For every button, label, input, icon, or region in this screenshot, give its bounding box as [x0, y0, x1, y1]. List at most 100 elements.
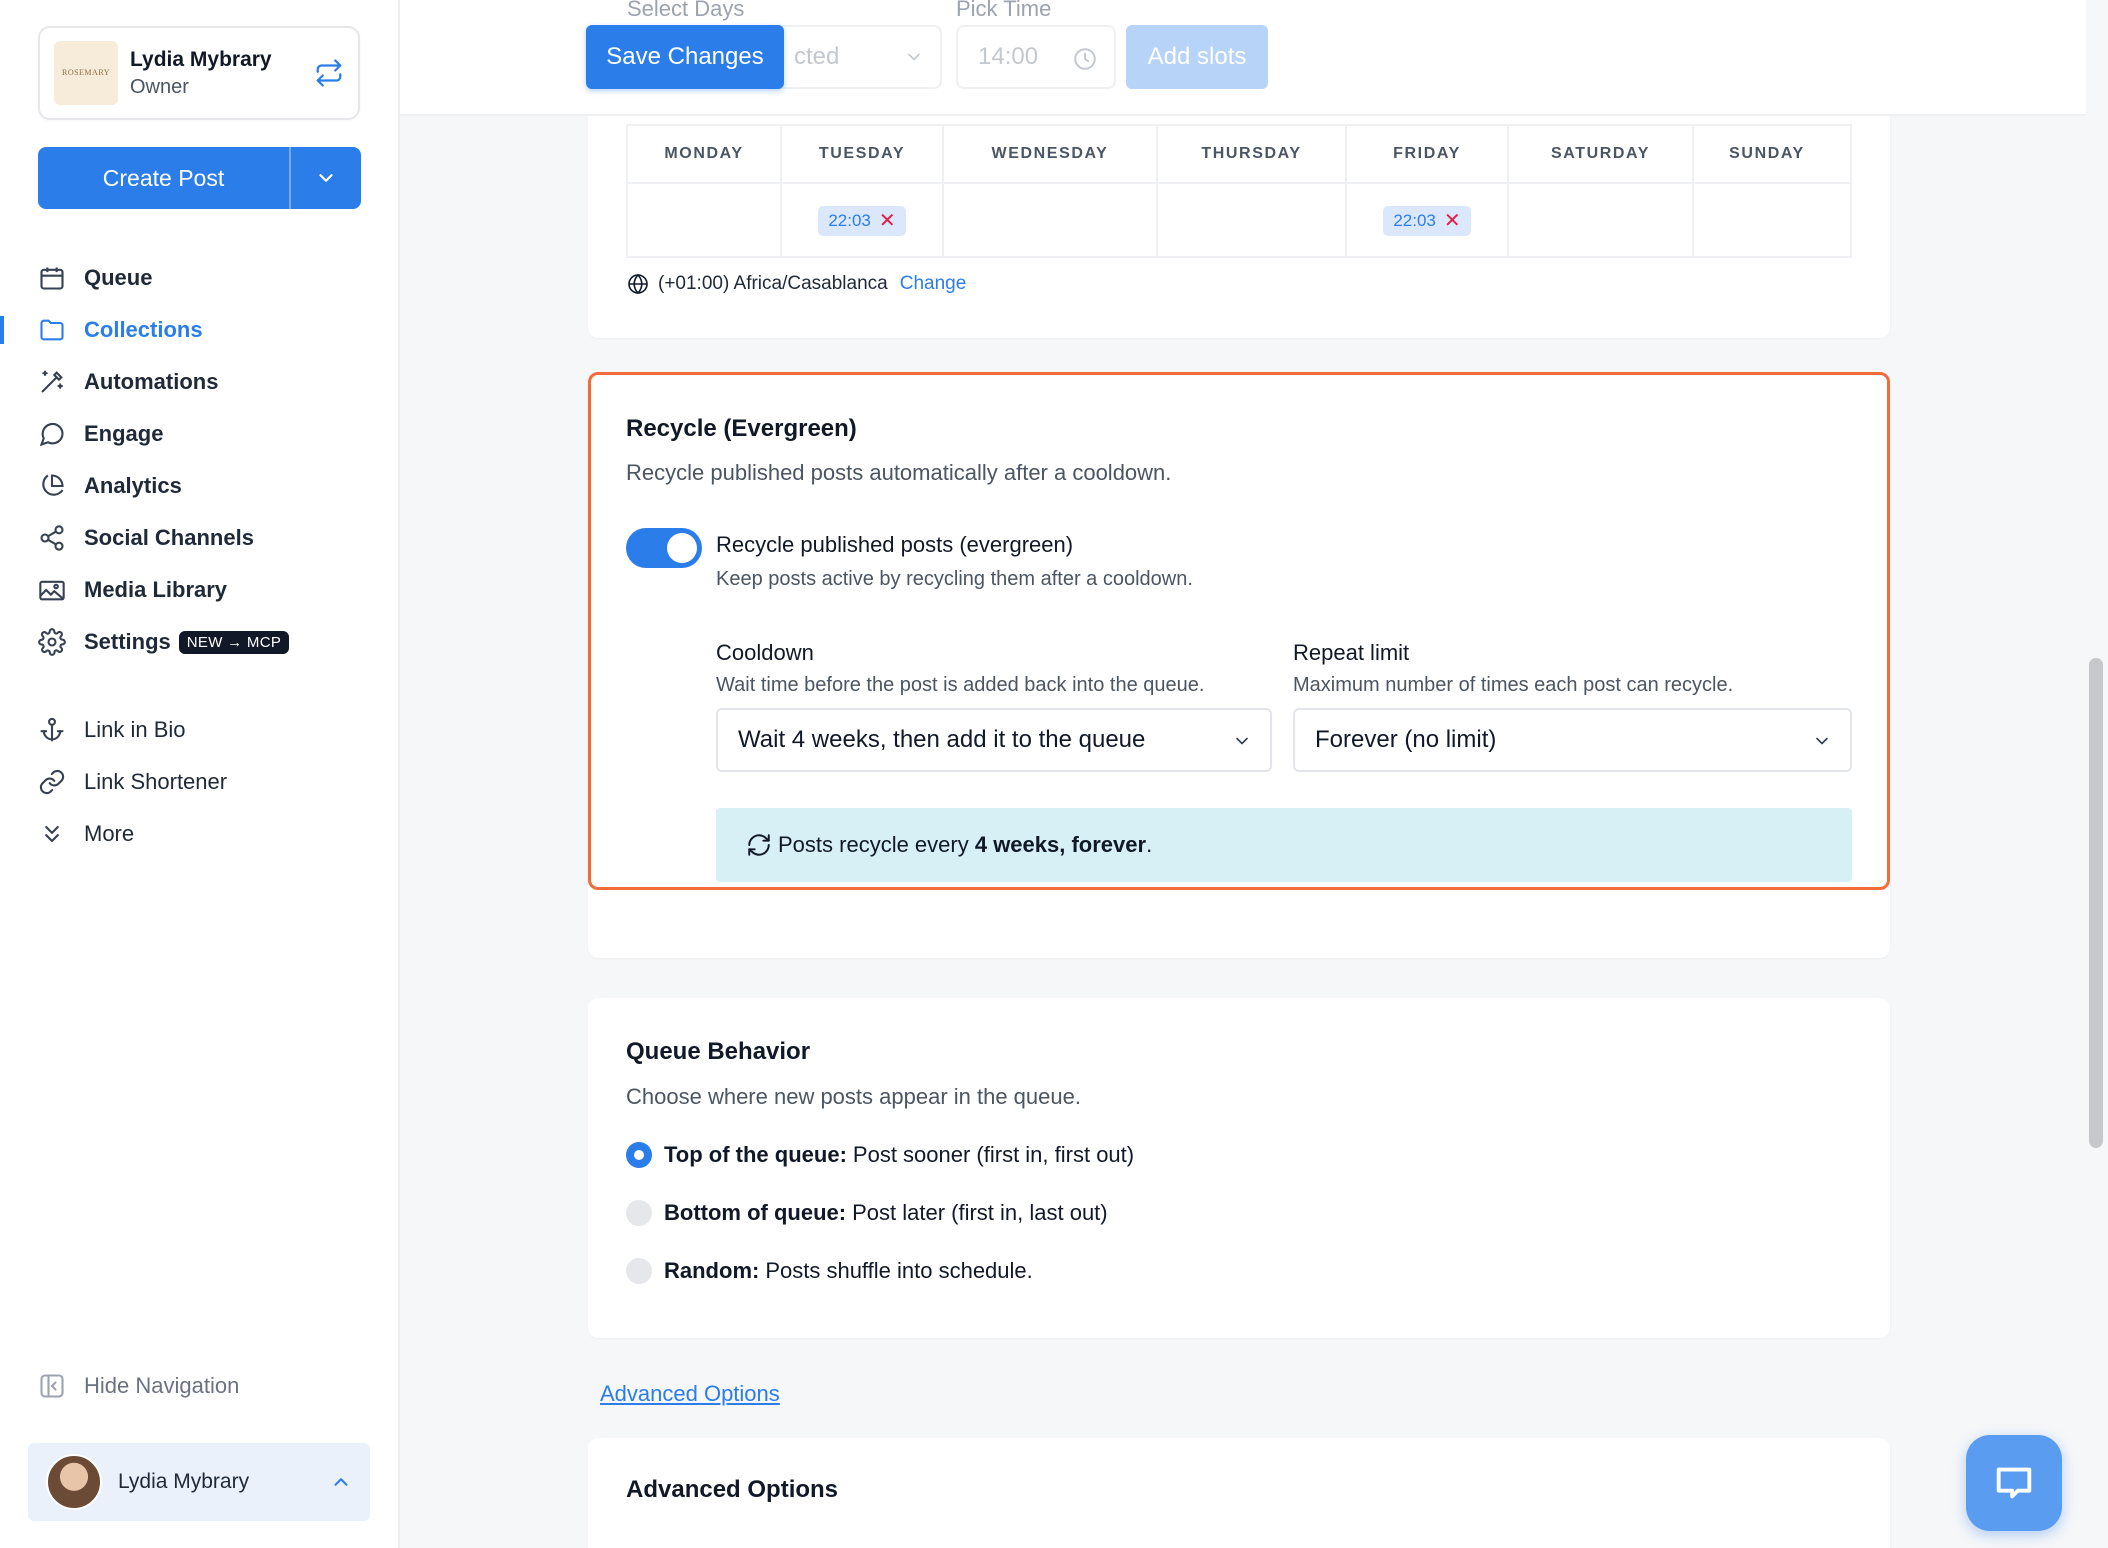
queue-option-bottom[interactable]: Bottom of queue: Post later (first in, l… [626, 1200, 1108, 1226]
create-post-button[interactable]: Create Post [38, 147, 291, 209]
account-info: Lydia Mybrary Owner [130, 48, 314, 99]
queue-option-title: Bottom of queue: [664, 1200, 847, 1225]
switch-account-icon[interactable] [314, 58, 344, 88]
anchor-icon [38, 716, 66, 744]
time-slot-chip[interactable]: 22:03 ✕ [1383, 206, 1471, 236]
nav-label: Settings [84, 629, 171, 654]
account-switcher[interactable]: ROSEMARY Lydia Mybrary Owner [38, 26, 360, 120]
radio-button[interactable] [626, 1258, 652, 1284]
schedule-card: MONDAY TUESDAY WEDNESDAY THURSDAY FRIDAY… [588, 116, 1890, 338]
user-menu[interactable]: Lydia Mybrary [28, 1443, 370, 1521]
nav-label: Collections [84, 317, 203, 342]
day-cell-saturday [1509, 184, 1694, 258]
day-cell-thursday [1158, 184, 1347, 258]
time-slot-chip[interactable]: 22:03 ✕ [818, 206, 906, 236]
recycle-toggle-label: Recycle published posts (evergreen) [716, 532, 1074, 557]
repeat-limit-select[interactable]: Forever (no limit) [1293, 708, 1852, 772]
recycle-toggle[interactable] [626, 528, 702, 568]
pick-time-label: Pick Time [956, 0, 1052, 21]
chat-support-icon [1996, 1467, 2032, 1499]
hide-navigation-button[interactable]: Hide Navigation [38, 1372, 239, 1400]
nav-item-link-shortener[interactable]: Link Shortener [38, 756, 378, 808]
nav-item-link-in-bio[interactable]: Link in Bio [38, 704, 378, 756]
refresh-icon [748, 834, 770, 856]
advanced-options-card: Advanced Options [588, 1438, 1890, 1548]
chat-bubble-icon [38, 420, 66, 448]
change-timezone-link[interactable]: Change [900, 273, 967, 295]
queue-behavior-card: Queue Behavior Choose where new posts ap… [588, 998, 1890, 1338]
queue-option-random[interactable]: Random: Posts shuffle into schedule. [626, 1258, 1033, 1284]
nav-item-social-channels[interactable]: Social Channels [38, 512, 378, 564]
cooldown-select[interactable]: Wait 4 weeks, then add it to the queue [716, 708, 1272, 772]
queue-behavior-description: Choose where new posts appear in the que… [626, 1084, 1081, 1109]
nav-item-collections[interactable]: Collections [0, 304, 378, 356]
link-icon [38, 768, 66, 796]
repeat-limit-label: Repeat limit [1293, 640, 1410, 665]
nav-label: Queue [84, 265, 153, 290]
help-chat-button[interactable] [1966, 1435, 2062, 1531]
clock-icon [1074, 48, 1096, 70]
nav-item-more[interactable]: More [38, 808, 378, 860]
new-badge: NEW → MCP [178, 630, 290, 654]
day-header-monday: MONDAY [628, 126, 782, 182]
weekly-schedule-table: MONDAY TUESDAY WEDNESDAY THURSDAY FRIDAY… [626, 124, 1852, 258]
create-post-dropdown[interactable] [291, 147, 361, 209]
nav-label: Media Library [84, 577, 228, 602]
save-changes-button[interactable]: Save Changes [586, 25, 784, 89]
time-slot-value: 22:03 [828, 211, 871, 230]
queue-option-top[interactable]: Top of the queue: Post sooner (first in,… [626, 1142, 1134, 1168]
chevron-down-icon [1236, 737, 1248, 745]
advanced-options-title: Advanced Options [626, 1476, 839, 1503]
pick-time-value: 14:00 [978, 43, 1039, 70]
remove-slot-icon[interactable]: ✕ [1444, 211, 1461, 231]
nav-item-media-library[interactable]: Media Library [38, 564, 378, 616]
day-header-sunday: SUNDAY [1729, 145, 1805, 162]
select-days-value: cted [794, 43, 840, 70]
nav-label: Link in Bio [84, 717, 186, 742]
scrollbar-thumb[interactable] [2089, 658, 2103, 1148]
gear-icon [38, 628, 66, 656]
add-slots-button[interactable]: Add slots [1126, 25, 1268, 89]
share-nodes-icon [38, 524, 66, 552]
radio-button[interactable] [626, 1200, 652, 1226]
day-header-saturday: SATURDAY [1509, 126, 1694, 182]
hide-navigation-label: Hide Navigation [84, 1373, 240, 1398]
day-header-thursday: THURSDAY [1158, 126, 1347, 182]
queue-option-title: Top of the queue: [664, 1142, 847, 1167]
chevron-down-icon [319, 174, 333, 182]
remove-slot-icon[interactable]: ✕ [879, 211, 896, 231]
nav-divider [38, 668, 378, 704]
select-days-label: Select Days [627, 0, 745, 21]
account-name: Lydia Mybrary [130, 47, 272, 71]
radio-button[interactable] [626, 1142, 652, 1168]
weekly-schedule-row: 22:03 ✕ 22:03 ✕ [628, 184, 1850, 258]
recycle-card: Recycle (Evergreen) Recycle published po… [588, 372, 1890, 958]
globe-icon [628, 273, 648, 295]
nav-item-analytics[interactable]: Analytics [38, 460, 378, 512]
advanced-options-link[interactable]: Advanced Options [600, 1381, 780, 1407]
recycle-title: Recycle (Evergreen) [626, 415, 857, 442]
queue-option-text: Post later (first in, last out) [852, 1200, 1108, 1225]
recycle-toggle-help: Keep posts active by recycling them afte… [716, 568, 1193, 590]
cooldown-help: Wait time before the post is added back … [716, 674, 1205, 696]
nav-label: Social Channels [84, 525, 254, 550]
recycle-summary: Posts recycle every 4 weeks, forever . [716, 808, 1852, 882]
nav-label: More [84, 821, 135, 846]
pie-chart-icon [38, 472, 66, 500]
cooldown-value: Wait 4 weeks, then add it to the queue [738, 726, 1146, 753]
account-logo: ROSEMARY [54, 41, 118, 105]
sidebar: ROSEMARY Lydia Mybrary Owner Create Post… [0, 0, 400, 1548]
nav-item-queue[interactable]: Queue [38, 252, 378, 304]
day-cell-sunday [1694, 184, 1840, 258]
nav-item-engage[interactable]: Engage [38, 408, 378, 460]
chevron-down-icon [908, 53, 920, 61]
user-name: Lydia Mybrary [118, 1470, 250, 1493]
nav-item-settings[interactable]: Settings NEW → MCP [38, 616, 378, 668]
repeat-limit-value: Forever (no limit) [1315, 726, 1497, 753]
nav-item-automations[interactable]: Automations [38, 356, 378, 408]
select-days-dropdown[interactable]: cted [760, 25, 942, 89]
timezone-label: (+01:00) Africa/Casablanca [658, 273, 888, 294]
queue-option-title: Random: [664, 1258, 760, 1283]
pick-time-input[interactable]: 14:00 [956, 25, 1116, 89]
time-slot-value: 22:03 [1393, 211, 1436, 230]
